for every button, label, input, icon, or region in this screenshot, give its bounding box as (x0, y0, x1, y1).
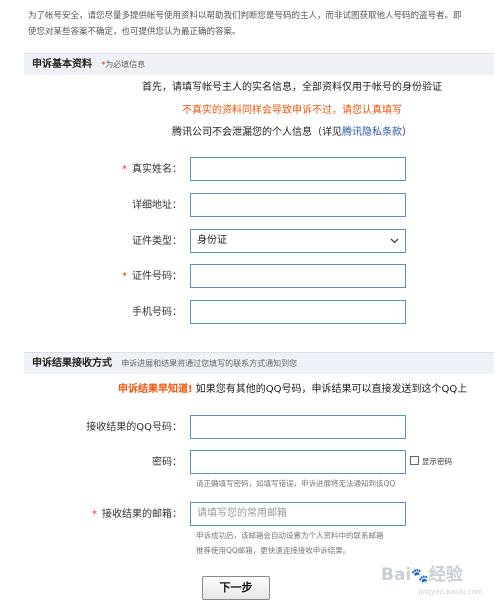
mobile-input[interactable] (190, 300, 406, 324)
address-input[interactable] (190, 193, 406, 217)
result-section-subtitle: 申诉进展和结果将通过您填写的联系方式通知到您 (121, 359, 298, 368)
password-hint: 请正确填写密码，如填写错误，申诉进展将无法通知到该QQ (196, 479, 396, 488)
required-note-text: 为必填信息 (105, 60, 146, 69)
required-star: * (122, 271, 127, 282)
show-password-label: 显示密码 (422, 457, 452, 466)
paw-icon: 🐾 (411, 568, 429, 584)
result-notice: 申诉结果早知道! 如果您有其他的QQ号码，申诉结果可以直接发送到这个QQ上 (118, 382, 494, 398)
identity-notice: 首先，请填写帐号主人的实名信息，全部资料仅用于帐号的身份验证 (142, 82, 442, 93)
id-type-select[interactable]: 身份证 (190, 229, 406, 253)
id-number-label-text: 证件号码： (132, 271, 182, 282)
section-title: 申诉基本资料 (32, 59, 92, 70)
id-number-label: * 证件号码： (40, 266, 182, 288)
password-label: 密码： (40, 452, 182, 474)
email-input[interactable]: 请填写您的常用邮箱 (190, 502, 406, 526)
email-hint-2: 推荐使用QQ邮箱，更快速连接接收申诉结果。 (196, 546, 351, 555)
required-star: * (92, 509, 97, 520)
checkbox-icon[interactable] (410, 456, 419, 465)
watermark-brand2: 经验 (428, 565, 463, 585)
qq-label: 接收结果的QQ号码： (40, 417, 182, 439)
real-name-label: * 真实姓名： (40, 159, 182, 181)
result-section-header: 申诉结果接收方式 申诉进展和结果将通过您填写的联系方式通知到您 (24, 352, 494, 374)
real-name-label-text: 真实姓名： (132, 164, 182, 175)
mobile-label-text: 手机号码： (132, 307, 182, 318)
qq-label-text: 接收结果的QQ号码： (86, 422, 182, 433)
address-label: 详细地址： (40, 195, 182, 217)
email-label: * 接收结果的邮箱： (40, 504, 182, 526)
privacy-notice: 腾讯公司不会泄漏您的个人信息（详见腾讯隐私条款） (90, 126, 494, 140)
id-type-label: 证件类型： (40, 231, 182, 253)
id-type-label-text: 证件类型： (132, 236, 182, 247)
required-note: *为必填信息 (101, 60, 145, 69)
email-hint-1: 申诉成功后，该邮箱会自动设置为个人资料中的联系邮箱 (196, 531, 384, 540)
real-name-input[interactable] (190, 157, 406, 181)
privacy-prefix: 腾讯公司不会泄漏您的个人信息（详见 (172, 127, 342, 138)
baidu-watermark: Bai🐾经验 (381, 560, 477, 590)
next-step-button[interactable]: 下一步 (202, 576, 270, 600)
result-section-title: 申诉结果接收方式 (32, 358, 112, 369)
privacy-policy-link[interactable]: 腾讯隐私条款 (342, 127, 402, 138)
id-type-value: 身份证 (197, 235, 227, 246)
intro-text: 为了帐号安全，请您尽量多提供帐号使用资料以帮助我们判断您是号码的主人，而非试图获… (28, 8, 490, 40)
privacy-suffix: ） (402, 127, 412, 138)
watermark-url: jingyan.baidu.com (418, 588, 483, 596)
chevron-down-icon (390, 230, 399, 261)
result-notice-highlight: 申诉结果早知道! (118, 384, 193, 395)
qq-number-input[interactable] (190, 415, 406, 439)
password-input[interactable] (190, 450, 406, 474)
required-star: * (122, 164, 127, 175)
password-label-text: 密码： (152, 457, 182, 468)
truthful-warning: 不真实的资料同样会导致申诉不过，请您认真填写 (182, 105, 402, 116)
result-notice-text: 如果您有其他的QQ号码，申诉结果可以直接发送到这个QQ上 (195, 384, 468, 395)
mobile-label: 手机号码： (40, 302, 182, 324)
show-password-toggle[interactable]: 显示密码 (410, 456, 452, 468)
intro-line-2: 使您对某些答案不确定，也可提供您认为最正确的答案。 (28, 27, 241, 37)
intro-line-1: 为了帐号安全，请您尽量多提供帐号使用资料以帮助我们判断您是号码的主人，而非试图获… (28, 11, 462, 21)
watermark-brand: Bai (381, 565, 412, 585)
address-label-text: 详细地址： (132, 200, 182, 211)
email-label-text: 接收结果的邮箱： (102, 509, 182, 520)
basic-section-header: 申诉基本资料 *为必填信息 (24, 53, 494, 75)
id-number-input[interactable] (190, 264, 406, 288)
